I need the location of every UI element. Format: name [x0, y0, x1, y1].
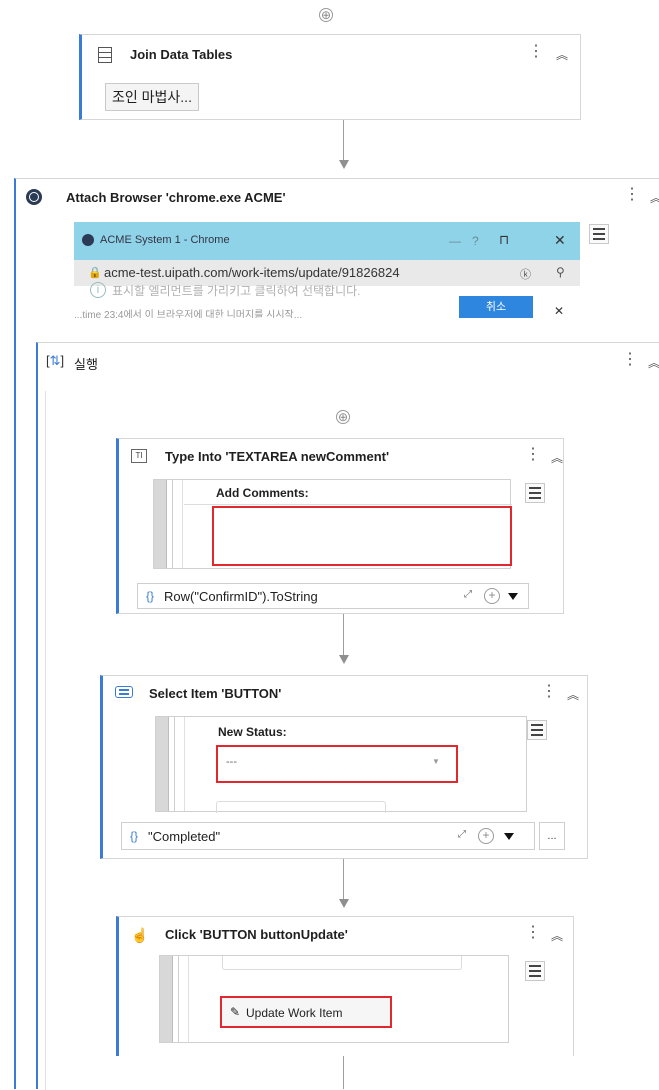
expand-icon[interactable]: ⤢: [458, 829, 466, 840]
activity-title: 실행: [74, 357, 98, 372]
activity-title: Attach Browser 'chrome.exe ACME': [66, 190, 286, 205]
browser-preview-image: ACME System 1 - Chrome — ? ⊓ ✕ 🔒 acme-te…: [74, 222, 580, 318]
click-hand-icon: ☝: [131, 927, 149, 943]
connector-arrow: [339, 160, 349, 169]
collapse-icon[interactable]: ︽: [556, 46, 568, 63]
type-into-activity[interactable]: TI Type Into 'TEXTAREA newComment' ⋮ ︽ A…: [116, 438, 564, 614]
text-value: Row("ConfirmID").ToString: [164, 588, 318, 604]
expression-icon: {}: [146, 589, 155, 603]
more-button[interactable]: ...: [539, 822, 565, 850]
connector-line: [343, 120, 344, 162]
help-icon: ?: [472, 234, 479, 248]
translate-icon: ⓚ: [520, 269, 531, 281]
join-data-tables-activity[interactable]: Join Data Tables ⋮ ︽ 조인 마법사...: [79, 34, 581, 120]
item-input-field[interactable]: {} "Completed" ⤢ +: [121, 822, 535, 850]
element-preview: Add Comments:: [153, 479, 512, 569]
type-into-icon: TI: [131, 449, 147, 463]
close-notice-icon: ✕: [554, 304, 565, 318]
add-activity-icon[interactable]: ⊕: [336, 410, 350, 424]
connector-arrow: [339, 899, 349, 908]
more-options-icon[interactable]: ⋮: [541, 684, 557, 700]
target-textarea: [212, 506, 512, 566]
window-title: ACME System 1 - Chrome: [100, 234, 230, 246]
bottom-notice-text: ...time 23:4에서 이 브라우저에 대한 니머지를 시시작...: [74, 310, 303, 318]
more-options-icon[interactable]: ⋮: [622, 352, 638, 368]
chrome-icon: [82, 234, 94, 246]
close-icon: ✕: [554, 232, 566, 248]
dropdown-arrow-icon[interactable]: [508, 593, 518, 600]
add-activity-icon[interactable]: ⊕: [319, 8, 333, 22]
select-item-icon: [115, 686, 133, 698]
more-options-icon[interactable]: ⋮: [624, 187, 640, 203]
target-update-button: ✎ Update Work Item: [220, 996, 392, 1028]
collapse-icon[interactable]: ︽: [551, 449, 563, 466]
field-label: New Status:: [218, 725, 287, 739]
connector-line: [343, 1056, 344, 1089]
more-options-icon[interactable]: ⋮: [525, 447, 541, 463]
minimize-icon: —: [449, 234, 461, 248]
field-label: Add Comments:: [216, 486, 309, 500]
activity-title: Join Data Tables: [130, 47, 233, 62]
lock-icon: 🔒: [88, 267, 102, 279]
browser-globe-icon: [26, 189, 42, 205]
maximize-icon: ⊓: [499, 232, 510, 247]
cancel-overlay-button: 취소: [459, 296, 533, 318]
connector-arrow: [339, 655, 349, 664]
activity-title: Select Item 'BUTTON': [149, 686, 282, 701]
click-activity[interactable]: ☝ Click 'BUTTON buttonUpdate' ⋮ ︽ ✎ Upda…: [116, 916, 574, 1056]
connector-line: [343, 859, 344, 901]
datatable-icon: [98, 47, 112, 63]
connector-line: [343, 614, 344, 656]
add-variable-icon[interactable]: +: [478, 828, 494, 844]
more-options-icon[interactable]: ⋮: [528, 44, 544, 60]
expression-icon: {}: [130, 829, 139, 843]
text-input-field[interactable]: {} Row("ConfirmID").ToString ⤢ +: [137, 583, 529, 609]
info-overlay-text: 표시할 엘리먼트를 가리키고 클릭하여 선택합니다.: [112, 284, 361, 298]
info-icon: i: [90, 282, 106, 298]
sequence-body: [40, 391, 46, 1090]
element-preview: ✎ Update Work Item: [159, 955, 509, 1043]
target-dropdown: --- ▼: [216, 745, 458, 783]
select-item-activity[interactable]: Select Item 'BUTTON' ⋮ ︽ New Status: ---…: [100, 675, 588, 859]
add-variable-icon[interactable]: +: [484, 588, 500, 604]
search-icon: ⚲: [556, 265, 565, 279]
activity-title: Click 'BUTTON buttonUpdate': [165, 927, 348, 942]
url-text: acme-test.uipath.com/work-items/update/9…: [104, 265, 400, 280]
item-value: "Completed": [148, 828, 221, 844]
menu-icon[interactable]: [525, 483, 545, 503]
dropdown-arrow-icon[interactable]: [504, 833, 514, 840]
element-preview: New Status: --- ▼: [155, 716, 527, 813]
sequence-icon: [⇅]: [46, 353, 65, 368]
menu-icon[interactable]: [527, 720, 547, 740]
join-wizard-button[interactable]: 조인 마법사...: [105, 83, 199, 111]
menu-icon[interactable]: [589, 224, 609, 244]
menu-icon[interactable]: [525, 961, 545, 981]
collapse-icon[interactable]: ︽: [650, 189, 659, 206]
collapse-icon[interactable]: ︽: [648, 354, 659, 371]
button-label: Update Work Item: [246, 1006, 343, 1020]
collapse-icon[interactable]: ︽: [551, 927, 563, 944]
pencil-icon: ✎: [230, 1005, 241, 1019]
collapse-icon[interactable]: ︽: [567, 686, 579, 703]
activity-title: Type Into 'TEXTAREA newComment': [165, 449, 390, 464]
expand-icon[interactable]: ⤢: [464, 589, 472, 600]
more-options-icon[interactable]: ⋮: [525, 925, 541, 941]
